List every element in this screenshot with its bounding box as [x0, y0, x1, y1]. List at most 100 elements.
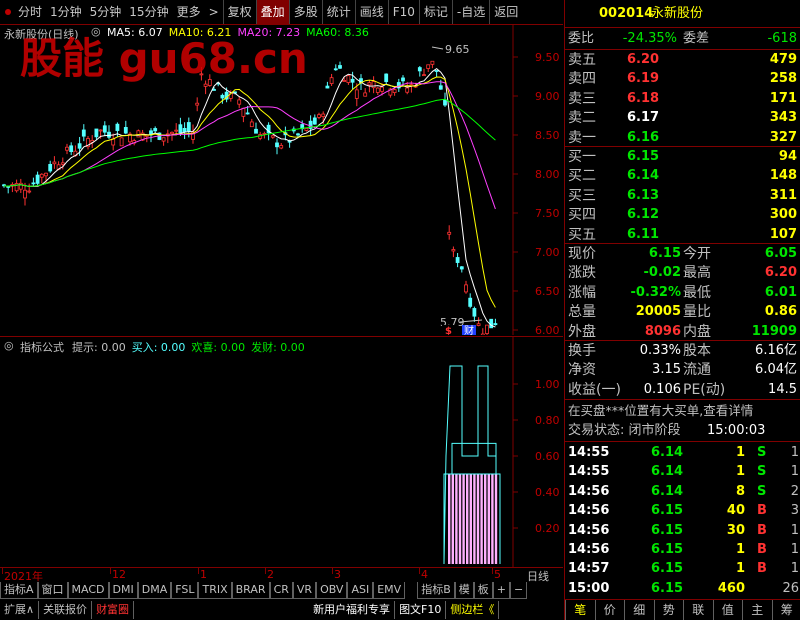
extension-tab-5[interactable]: 侧边栏《	[446, 601, 500, 619]
fin-value-2: 14.5	[768, 381, 797, 397]
tick-price: 6.14	[651, 445, 684, 460]
indicator-tab-16[interactable]: +	[492, 582, 510, 599]
buy-label: 买三	[568, 187, 596, 204]
indicator-bar	[484, 474, 487, 564]
stat-value-1: 20005	[635, 304, 681, 320]
tick-volume: 460	[717, 580, 745, 596]
toolbar-item-9[interactable]: 统计	[321, 0, 355, 24]
weicha-label: 委差	[683, 31, 710, 46]
stat-row-4: 外盘 8096 内盘 11909	[565, 322, 800, 342]
candle-body	[123, 127, 128, 134]
indicator-tab-12[interactable]: EMV	[373, 582, 406, 599]
weibi-value: -24.35%	[622, 31, 677, 46]
candle-body	[447, 231, 452, 235]
time-label-2: 1	[200, 568, 207, 581]
toolbar-item-8[interactable]: 多股	[288, 0, 322, 24]
panel-tab-5[interactable]: 值	[712, 600, 743, 620]
panel-tab-4[interactable]: 联	[683, 600, 713, 620]
panel-tab-6[interactable]: 主	[742, 600, 772, 620]
toolbar-item-5[interactable]: >	[205, 0, 223, 24]
extension-tab-1[interactable]: 关联报价	[39, 601, 93, 619]
toolbar-item-11[interactable]: F10	[387, 0, 419, 24]
indicator-tab-0[interactable]: 指标A	[0, 582, 38, 599]
panel-tab-1[interactable]: 价	[594, 600, 625, 620]
toolbar-item-1[interactable]: 1分钟	[46, 0, 86, 24]
toolbar-item-6[interactable]: 复权	[222, 0, 256, 24]
indicator-tab-7[interactable]: BRAR	[231, 582, 270, 599]
kline-chart[interactable]: 9.50 9.00 8.50 8.00 7.50 7.00 6.50 6.00 股能 gu68…	[0, 25, 563, 335]
indicator-tab-6[interactable]: TRIX	[198, 582, 232, 599]
toolbar-item-14[interactable]: 返回	[489, 0, 522, 24]
menu-dot-icon[interactable]	[5, 9, 11, 15]
candle-body	[312, 117, 317, 125]
stat-value-2: 6.05	[764, 246, 797, 261]
extension-tab-2[interactable]: 财富圈	[92, 601, 135, 619]
toolbar-item-13[interactable]: -自选	[451, 0, 489, 24]
candle-body	[60, 162, 65, 165]
indicator-chart[interactable]: 1.00 0.80 0.60 0.40 0.20	[0, 337, 563, 567]
buy-row-2[interactable]: 买三 6.13 311	[565, 186, 800, 206]
indicator-tab-8[interactable]: CR	[269, 582, 293, 599]
buy-row-1[interactable]: 买二 6.14 148	[565, 166, 800, 186]
buy-row-3[interactable]: 买四 6.12 300	[565, 205, 800, 225]
panel-tab-0[interactable]: 笔	[565, 600, 595, 620]
tick-time: 14:56	[568, 522, 610, 538]
fin-value-1: 3.15	[652, 362, 681, 378]
panel-tab-3[interactable]: 势	[653, 600, 684, 620]
indicator-tab-1[interactable]: 窗口	[37, 582, 68, 599]
toolbar-item-7[interactable]: 叠加	[255, 0, 289, 24]
toolbar-item-2[interactable]: 5分钟	[86, 0, 126, 24]
extension-tab-3[interactable]: 新用户福利专享	[309, 601, 396, 619]
sell-price: 6.20	[627, 52, 660, 67]
sell-row-0[interactable]: 卖五 6.20 479	[565, 50, 800, 70]
indicator-bar	[451, 474, 454, 564]
buy-row-4[interactable]: 买五 6.11 107	[565, 225, 800, 245]
sell-row-2[interactable]: 卖三 6.18 171	[565, 89, 800, 109]
buy-price: 6.12	[627, 207, 660, 223]
toolbar-item-4[interactable]: 更多	[173, 0, 205, 24]
indicator-tab-17[interactable]: −	[509, 582, 528, 599]
sell-price: 6.16	[627, 129, 660, 145]
tick-price: 6.15	[651, 522, 684, 538]
indicator-bar	[491, 474, 494, 564]
tick-side: S	[757, 464, 767, 480]
indicator-tab-15[interactable]: 板	[473, 582, 493, 599]
sell-row-1[interactable]: 卖四 6.19 258	[565, 69, 800, 89]
candle-body	[27, 190, 32, 193]
panel-tab-2[interactable]: 细	[624, 600, 654, 620]
candle-body	[438, 85, 443, 90]
candle-body	[18, 182, 23, 190]
sell-row-3[interactable]: 卖二 6.17 343	[565, 108, 800, 128]
finance-marker[interactable]: 财	[464, 324, 474, 335]
buy-row-0[interactable]: 买一 6.15 94	[565, 147, 800, 167]
toolbar-item-0[interactable]: 分时	[14, 0, 46, 24]
indicator-tabs: 指标A 窗口 MACD DMI DMA FSL TRIX BRAR CR VR OBV ASI EMV 指…	[0, 582, 563, 600]
candle-body	[317, 114, 321, 118]
big-order-notice[interactable]: 在买盘***位置有大买单,查看详情	[568, 401, 753, 421]
extension-tab-4[interactable]: 图文F10	[395, 601, 447, 619]
indicator-tab-11[interactable]: ASI	[347, 582, 374, 599]
indicator-tab-3[interactable]: DMI	[108, 582, 138, 599]
candle-body	[392, 89, 397, 93]
indicator-tab-10[interactable]: OBV	[316, 582, 348, 599]
indicator-tab-2[interactable]: MACD	[67, 582, 109, 599]
panel-tab-7[interactable]: 筹	[771, 600, 800, 620]
indicator-tab-9[interactable]: VR	[292, 582, 317, 599]
toolbar-item-3[interactable]: 15分钟	[125, 0, 172, 24]
y-tick-label-0: 9.50	[535, 51, 560, 64]
extension-tab-0[interactable]: 扩展∧	[0, 601, 40, 619]
indicator-bar	[448, 474, 451, 564]
toolbar-item-12[interactable]: 标记	[418, 0, 452, 24]
dividend-marker[interactable]: $	[445, 326, 452, 335]
y-tick-label-7: 6.00	[535, 324, 560, 335]
indicator-tab-14[interactable]: 模	[454, 582, 474, 599]
candle-body	[325, 85, 330, 89]
indicator-tab-4[interactable]: DMA	[137, 582, 172, 599]
candle-body	[254, 128, 258, 134]
indicator-tab-5[interactable]: FSL	[171, 582, 199, 599]
quote-panel: 002014 永新股份 委比 -24.35% 委差 -618 卖五 6.20 479…	[564, 0, 800, 620]
indicator-tab-13[interactable]: 指标B	[417, 582, 455, 599]
candle-body	[115, 123, 120, 131]
toolbar-item-10[interactable]: 画线	[354, 0, 388, 24]
sell-row-4[interactable]: 卖一 6.16 327	[565, 128, 800, 148]
